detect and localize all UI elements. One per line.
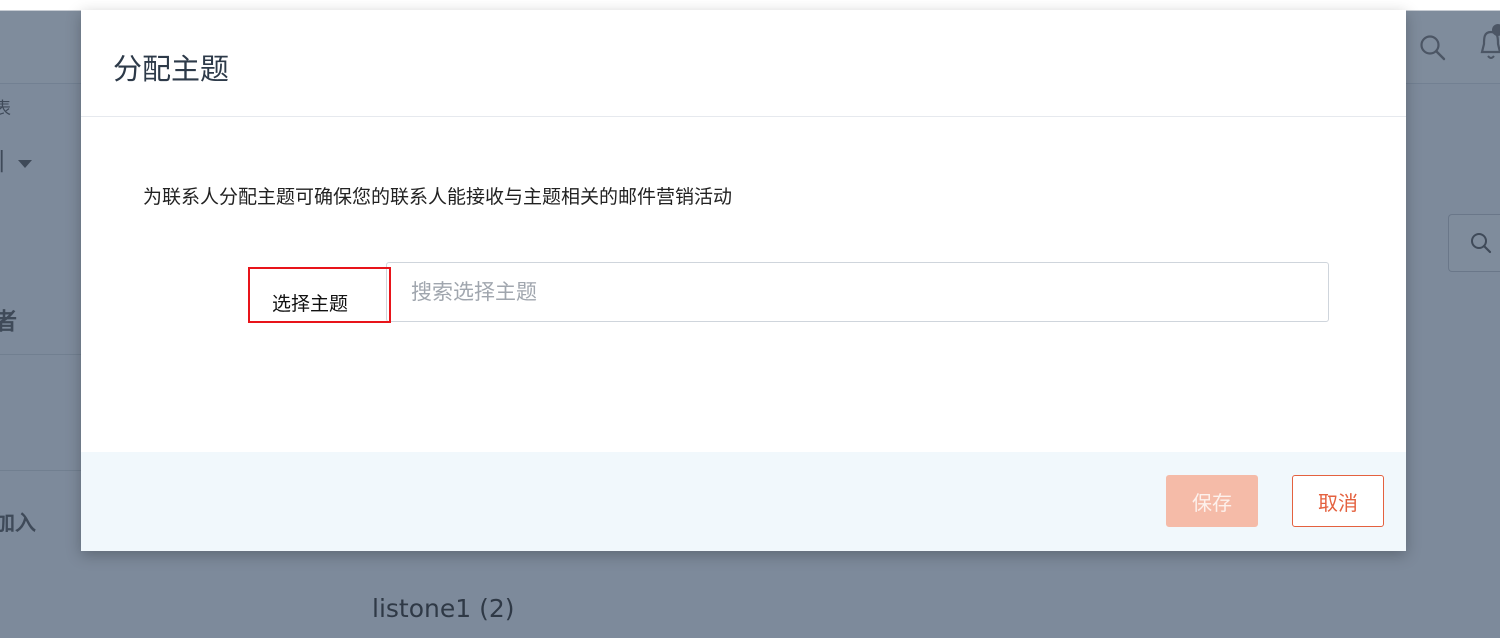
topic-label-highlight: 选择主题 <box>248 267 391 323</box>
background-divider <box>0 354 82 355</box>
search-icon <box>1469 231 1493 259</box>
background-search-box[interactable] <box>1448 214 1500 272</box>
bell-icon[interactable] <box>1480 22 1500 70</box>
background-dropdown-edge: | <box>0 148 6 173</box>
search-icon[interactable] <box>1419 34 1447 66</box>
background-list-item[interactable]: listone1 (2) <box>372 594 515 623</box>
background-divider <box>0 470 82 471</box>
background-join-label: 加入 <box>0 511 36 535</box>
modal-description: 为联系人分配主题可确保您的联系人能接收与主题相关的邮件营销活动 <box>143 186 733 208</box>
dropdown-caret-icon[interactable] <box>16 155 34 174</box>
cancel-button[interactable]: 取消 <box>1292 475 1384 527</box>
save-button[interactable]: 保存 <box>1166 475 1258 527</box>
topic-label: 选择主题 <box>272 293 349 315</box>
background-side-label: 表 <box>0 99 11 119</box>
modal-footer: 保存 取消 <box>81 452 1406 551</box>
assign-topic-modal: 分配主题 为联系人分配主题可确保您的联系人能接收与主题相关的邮件营销活动 选择主… <box>81 10 1406 551</box>
modal-header: 分配主题 <box>81 10 1406 117</box>
topic-search-input[interactable] <box>386 262 1329 322</box>
modal-title: 分配主题 <box>113 52 230 86</box>
background-side-heading: 者 <box>0 309 17 335</box>
